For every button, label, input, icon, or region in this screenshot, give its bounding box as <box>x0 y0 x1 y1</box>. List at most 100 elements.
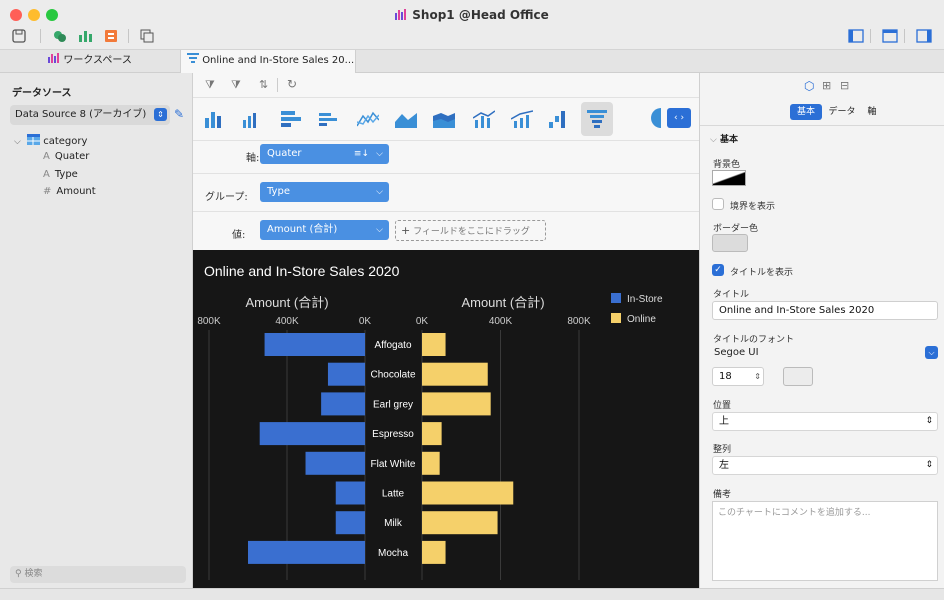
filter-icon[interactable]: ⧩ <box>205 78 215 92</box>
add-datasource-icon[interactable] <box>52 29 68 44</box>
search-placeholder: 検索 <box>24 569 43 579</box>
chevron-down-icon: ⌵ <box>376 187 383 197</box>
title-label: タイトル <box>713 290 750 300</box>
bar-online <box>422 511 498 535</box>
notes-textarea[interactable]: このチャートにコメントを追加する... <box>712 501 938 581</box>
tree-node-category[interactable]: ⌵ category <box>14 134 87 148</box>
divider <box>193 173 699 174</box>
chevron-right-icon[interactable]: › <box>680 113 684 123</box>
group-field-pill[interactable]: Type ⌵ <box>260 182 389 202</box>
sidebar-heading: データソース <box>12 88 72 99</box>
window-arrange-icon[interactable] <box>140 29 156 44</box>
sort-icon[interactable]: ⇅ <box>259 78 268 91</box>
field-quater[interactable]: A Quater <box>43 151 89 162</box>
refresh-icon[interactable]: ↻ <box>287 77 297 91</box>
datasource-select[interactable]: Data Source 8 (アーカイブ) ⇕ <box>10 105 170 125</box>
axis-field-pill[interactable]: Quater ≡↓ ⌵ <box>260 144 389 164</box>
stepper-icon[interactable]: ⇕ <box>754 368 761 385</box>
select-arrows-icon: ⇕ <box>925 460 933 470</box>
bar-in-store <box>259 422 365 446</box>
tab-data[interactable]: データ <box>826 105 858 119</box>
combo-line-chart-icon[interactable] <box>510 110 534 131</box>
section-basic[interactable]: ⌵ 基本 <box>710 132 738 145</box>
window-titlebar: Shop1 @Head Office <box>0 0 944 50</box>
bar-in-store <box>321 392 365 416</box>
filter-settings-icon[interactable]: ⧩ <box>231 78 241 92</box>
border-color-swatch[interactable] <box>712 234 748 252</box>
waterfall-chart-icon[interactable] <box>549 110 569 131</box>
title-input[interactable]: Online and In-Store Sales 2020 <box>712 301 938 320</box>
gallery-scroll-buttons[interactable]: ‹ › <box>667 108 691 128</box>
category-label: Flat White <box>370 459 415 470</box>
grouped-bar-chart-icon[interactable] <box>319 110 339 131</box>
show-border-checkbox[interactable] <box>712 198 724 210</box>
field-drop-zone[interactable]: + フィールドをここにドラッグ <box>395 220 546 241</box>
field-label: Quater <box>54 151 90 162</box>
field-type[interactable]: A Type <box>43 169 78 180</box>
toolbar-divider <box>40 29 41 43</box>
legend-swatch-in-store <box>611 293 621 303</box>
stacked-area-chart-icon[interactable] <box>433 110 455 131</box>
tree-root-label: category <box>43 136 88 147</box>
select-arrows-icon: ⇕ <box>925 416 933 426</box>
border-color-label: ボーダー色 <box>713 224 759 234</box>
field-label: Type <box>54 169 78 180</box>
chart-title: Online and In-Store Sales 2020 <box>204 263 400 279</box>
area-chart-icon[interactable] <box>395 110 417 131</box>
legend-swatch-online <box>611 313 621 323</box>
chevron-down-icon: ⌵ <box>14 137 21 147</box>
axis-field-value: Quater <box>267 148 302 159</box>
left-panel-toggle-icon[interactable] <box>848 29 864 44</box>
chevron-down-icon: ⌵ <box>925 346 938 359</box>
position-select[interactable]: 上 ⇕ <box>712 412 938 431</box>
save-icon[interactable] <box>12 29 28 44</box>
column-chart-icon[interactable] <box>205 110 225 131</box>
bar-online <box>422 392 491 416</box>
butterfly-bar-chart: Online and In-Store Sales 2020 Amount (合計… <box>197 263 663 580</box>
combo-chart-icon[interactable] <box>472 110 496 131</box>
line-chart-icon[interactable] <box>356 110 380 131</box>
pie-chart-icon[interactable] <box>651 108 661 128</box>
bar-in-store <box>264 333 365 356</box>
search-input[interactable]: ⚲ 検索 <box>10 566 186 583</box>
position-value: 上 <box>719 416 729 427</box>
right-axis-title: Amount (合計) <box>461 295 544 310</box>
toolbar-divider <box>128 29 129 43</box>
tab-basic[interactable]: 基本 <box>790 104 822 120</box>
bg-color-swatch[interactable] <box>712 170 746 186</box>
tab-axis[interactable]: 軸 <box>860 105 884 119</box>
add-report-icon[interactable] <box>104 29 120 44</box>
tab-chart[interactable]: Online and In-Store Sales 20... <box>180 50 356 73</box>
edit-datasource-icon[interactable]: ✎ <box>174 107 184 121</box>
field-label: Amount <box>56 186 96 197</box>
align-select[interactable]: 左 ⇕ <box>712 456 938 475</box>
chart-properties-icon[interactable]: ⬡ <box>804 79 814 93</box>
bar-online <box>422 422 442 446</box>
grouped-column-chart-icon[interactable] <box>243 110 263 131</box>
show-title-checkbox[interactable]: ✓ <box>712 264 724 276</box>
sort-descending-icon[interactable]: ≡↓ <box>354 144 369 164</box>
font-size-input[interactable]: 18 ⇕ <box>712 367 764 386</box>
add-chart-icon[interactable] <box>78 29 94 44</box>
right-tick-label: 0K <box>416 316 429 327</box>
divider <box>193 140 699 141</box>
font-color-swatch[interactable] <box>783 367 813 386</box>
window-title: Shop1 @Head Office <box>412 8 549 22</box>
field-amount[interactable]: # Amount <box>43 186 96 197</box>
bottom-panel-toggle-icon[interactable] <box>882 29 898 44</box>
layout-properties-icon[interactable]: ⊞ <box>822 79 831 92</box>
chevron-left-icon[interactable]: ‹ <box>674 113 678 123</box>
bar-in-store <box>335 481 365 505</box>
right-panel-toggle-icon[interactable] <box>916 29 932 44</box>
funnel-chart-icon <box>587 110 607 128</box>
values-field-pill[interactable]: Amount (合計) ⌵ <box>260 220 389 240</box>
funnel-chart-icon <box>187 50 199 72</box>
bar-chart-icon[interactable] <box>281 110 301 131</box>
title-font-select[interactable]: Segoe UI ⌵ <box>712 344 938 361</box>
tab-workspace[interactable]: ワークスペース <box>0 50 180 73</box>
bar-online <box>422 481 514 505</box>
datasource-sidebar: データソース Data Source 8 (アーカイブ) ⇕ ✎ ⌵ categ… <box>0 73 193 588</box>
format-properties-icon[interactable]: ⊟ <box>840 79 849 92</box>
funnel-chart-type-selected[interactable] <box>581 102 613 136</box>
chevron-down-icon: ⌵ <box>376 225 383 235</box>
